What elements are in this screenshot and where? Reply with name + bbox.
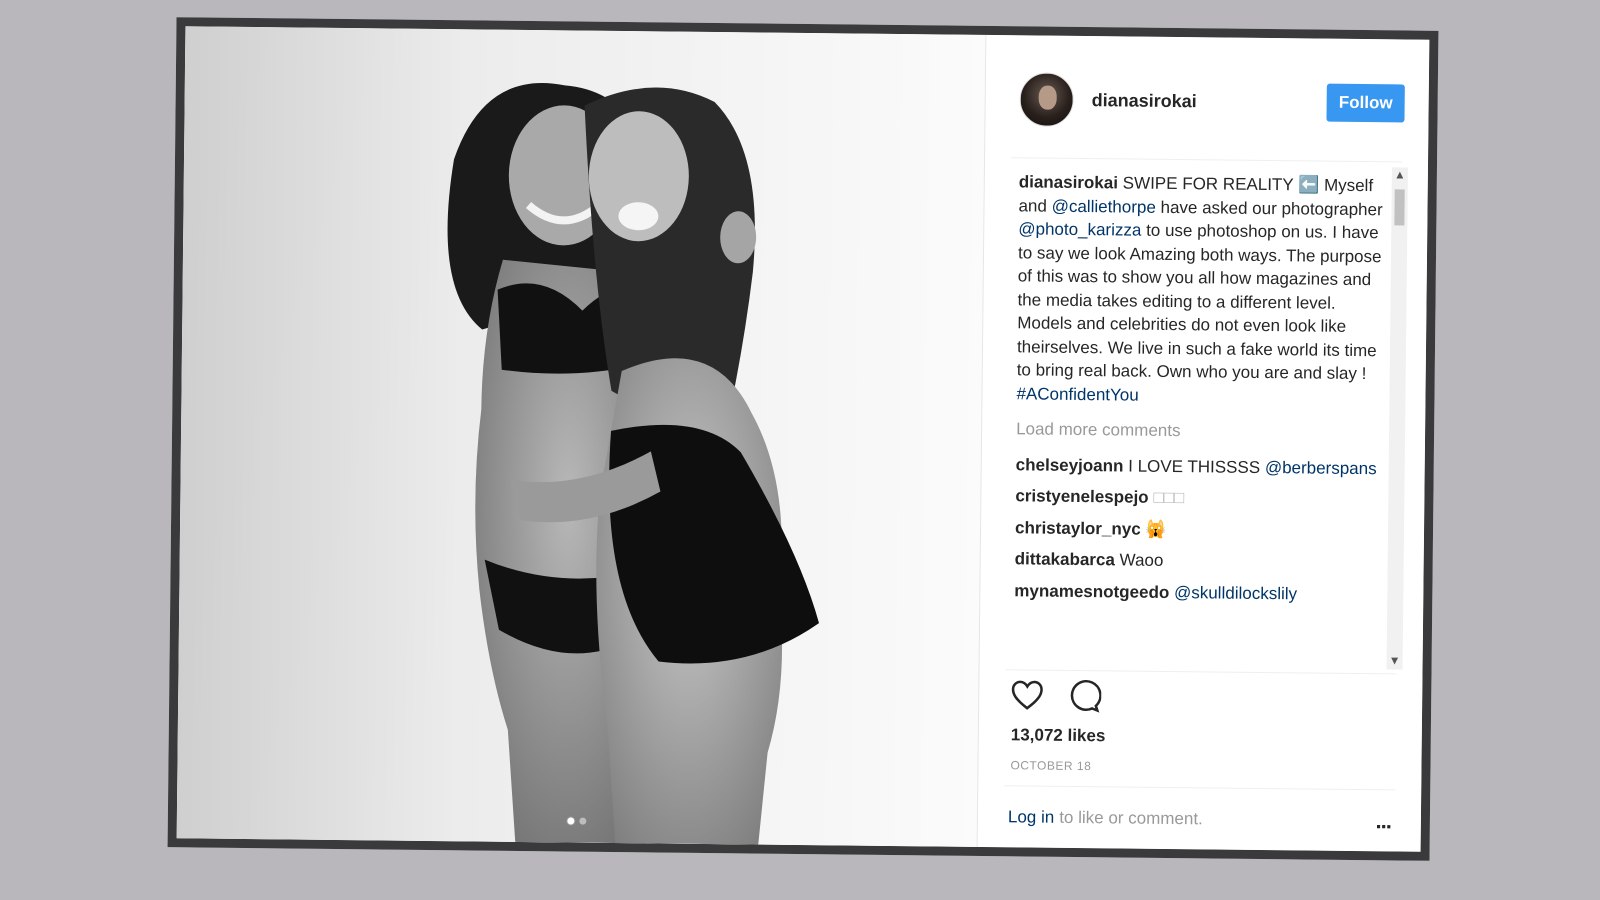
load-more-comments-link[interactable]: Load more comments xyxy=(1016,417,1388,445)
heart-icon[interactable] xyxy=(1009,677,1045,717)
login-link[interactable]: Log in xyxy=(1008,807,1055,828)
caption-text: to use photoshop on us. I have to say we… xyxy=(1016,220,1382,384)
caption-hashtag[interactable]: #AConfidentYou xyxy=(1016,384,1138,404)
post-header: dianasirokai Follow xyxy=(1019,67,1405,135)
comment-mention[interactable]: @skulldilockslily xyxy=(1174,583,1297,603)
login-prompt-text: to like or comment. xyxy=(1059,807,1203,829)
comment-item: cristyenelespejo □□□ xyxy=(1015,484,1387,512)
post-date: OCTOBER 18 xyxy=(1010,758,1092,774)
login-prompt: Log in to like or comment. ... xyxy=(1008,807,1391,833)
caption-username[interactable]: dianasirokai xyxy=(1019,172,1118,192)
likes-count[interactable]: 13,072 likes xyxy=(1011,725,1106,746)
divider xyxy=(1005,669,1397,675)
comment-icon[interactable] xyxy=(1065,678,1102,718)
post-photo[interactable] xyxy=(176,26,986,847)
divider xyxy=(1011,157,1403,163)
comment-item: chelseyjoann I LOVE THISSSS @berberspans xyxy=(1016,453,1388,481)
comment-text: I LOVE THISSSS xyxy=(1128,456,1261,477)
instagram-post-screenshot: dianasirokai Follow dianasirokai SWIPE F… xyxy=(167,17,1439,861)
comment-username[interactable]: dittakabarca xyxy=(1015,549,1115,569)
scrollbar-thumb[interactable] xyxy=(1394,189,1405,226)
more-options-button[interactable]: ... xyxy=(1375,808,1391,833)
carousel-dot[interactable] xyxy=(579,817,587,825)
comment-mention[interactable]: @berberspans xyxy=(1265,458,1377,478)
post-caption: dianasirokai SWIPE FOR REALITY ⬅️ Myself… xyxy=(1016,170,1391,409)
comment-text: □□□ xyxy=(1153,487,1185,508)
post-username[interactable]: dianasirokai xyxy=(1092,90,1197,112)
carousel-dot-active[interactable] xyxy=(567,817,575,825)
comment-username[interactable]: mynamesnotgeedo xyxy=(1014,581,1169,602)
caption-text: have asked our photographer xyxy=(1160,197,1383,219)
photo-illustration xyxy=(176,26,986,847)
caption-mention[interactable]: @photo_karizza xyxy=(1018,219,1141,239)
carousel-indicator xyxy=(567,817,587,825)
comment-text: 🙀 xyxy=(1145,519,1167,539)
scroll-down-arrow-icon[interactable]: ▼ xyxy=(1387,653,1403,669)
comment-username[interactable]: cristyenelespejo xyxy=(1015,486,1148,506)
comments-section: dianasirokai SWIPE FOR REALITY ⬅️ Myself… xyxy=(1014,170,1391,666)
comment-item: dittakabarca Waoo xyxy=(1015,547,1387,575)
comment-username[interactable]: christaylor_nyc xyxy=(1015,518,1141,538)
follow-button[interactable]: Follow xyxy=(1326,83,1405,123)
comment-username[interactable]: chelseyjoann xyxy=(1016,455,1124,475)
post-sidebar: dianasirokai Follow dianasirokai SWIPE F… xyxy=(976,34,1430,852)
comment-item: christaylor_nyc 🙀 xyxy=(1015,516,1387,544)
avatar[interactable] xyxy=(1019,72,1074,127)
post-card: dianasirokai Follow dianasirokai SWIPE F… xyxy=(167,17,1439,861)
caption-mention[interactable]: @calliethorpe xyxy=(1052,196,1156,216)
comment-text: Waoo xyxy=(1119,550,1164,570)
scroll-up-arrow-icon[interactable]: ▲ xyxy=(1392,167,1408,183)
comment-item: mynamesnotgeedo @skulldilockslily xyxy=(1014,579,1386,607)
post-actions xyxy=(1009,677,1102,718)
divider xyxy=(1004,785,1396,791)
